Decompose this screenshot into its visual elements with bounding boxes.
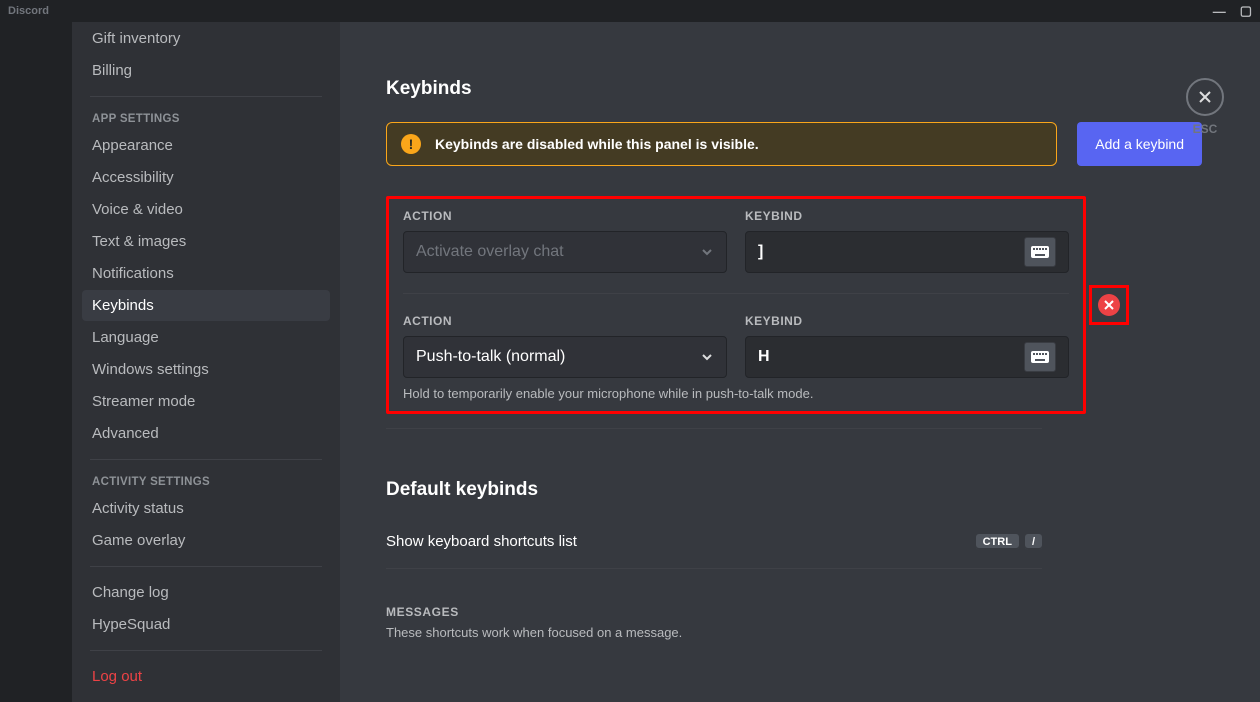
- guild-bar: [0, 22, 72, 702]
- default-keybinds-title: Default keybinds: [386, 479, 1202, 501]
- app-name: Discord: [8, 5, 49, 17]
- shortcut-label: Show keyboard shortcuts list: [386, 533, 577, 550]
- sidebar-item-activity-status[interactable]: Activity status: [82, 493, 330, 524]
- keybind-value: H: [758, 348, 770, 366]
- divider: [90, 96, 322, 97]
- divider: [386, 428, 1042, 429]
- sidebar-item-label: Change log: [92, 584, 169, 601]
- sidebar-item-label: Streamer mode: [92, 393, 195, 410]
- sidebar-item-logout[interactable]: Log out: [82, 661, 330, 692]
- sidebar-item-keybinds[interactable]: Keybinds: [82, 290, 330, 321]
- keyboard-icon: [1031, 246, 1049, 258]
- divider: [90, 459, 322, 460]
- default-keybind-row: Show keyboard shortcuts list CTRL /: [386, 531, 1042, 569]
- sidebar-item-advanced[interactable]: Advanced: [82, 418, 330, 449]
- sidebar-item-label: Activity status: [92, 500, 184, 517]
- messages-subheading: MESSAGES: [386, 605, 1202, 619]
- window-minimize-icon[interactable]: —: [1213, 4, 1226, 19]
- esc-label: ESC: [1193, 122, 1218, 136]
- sidebar-item-gift-inventory[interactable]: Gift inventory: [82, 23, 330, 54]
- sidebar-item-label: Notifications: [92, 265, 174, 282]
- sidebar-item-label: Gift inventory: [92, 30, 180, 47]
- sidebar-item-notifications[interactable]: Notifications: [82, 258, 330, 289]
- sidebar-item-label: Windows settings: [92, 361, 209, 378]
- sidebar-item-change-log[interactable]: Change log: [82, 577, 330, 608]
- settings-content: ESC Keybinds ! Keybinds are disabled whi…: [340, 22, 1260, 702]
- record-keybind-button[interactable]: [1024, 342, 1056, 372]
- sidebar-item-streamer-mode[interactable]: Streamer mode: [82, 386, 330, 417]
- sidebar-item-label: Text & images: [92, 233, 186, 250]
- window-maximize-icon[interactable]: ▢: [1240, 3, 1252, 19]
- category-app-settings: APP SETTINGS: [82, 107, 330, 129]
- close-settings-button[interactable]: [1186, 78, 1224, 116]
- action-select-value: Push-to-talk (normal): [416, 348, 565, 366]
- category-activity-settings: ACTIVITY SETTINGS: [82, 470, 330, 492]
- delete-highlight: [1089, 285, 1129, 325]
- logout-label: Log out: [92, 668, 142, 685]
- settings-sidebar: Gift inventory Billing APP SETTINGS Appea…: [72, 22, 340, 702]
- sidebar-item-accessibility[interactable]: Accessibility: [82, 162, 330, 193]
- warning-text: Keybinds are disabled while this panel i…: [435, 136, 759, 152]
- page-title: Keybinds: [386, 78, 1202, 100]
- sidebar-item-label: Game overlay: [92, 532, 185, 549]
- action-select-1[interactable]: Push-to-talk (normal): [403, 336, 727, 378]
- divider: [403, 293, 1069, 294]
- close-icon: [1104, 300, 1114, 310]
- keybind-rows-highlight: ACTION Activate overlay chat KEYBIND ]: [386, 196, 1086, 414]
- warning-icon: !: [401, 134, 421, 154]
- sidebar-item-label: Language: [92, 329, 159, 346]
- sidebar-item-game-overlay[interactable]: Game overlay: [82, 525, 330, 556]
- titlebar: Discord — ▢: [0, 0, 1260, 22]
- sidebar-item-label: Accessibility: [92, 169, 174, 186]
- chevron-down-icon: [700, 350, 714, 364]
- action-label: ACTION: [403, 314, 727, 328]
- sidebar-item-windows-settings[interactable]: Windows settings: [82, 354, 330, 385]
- messages-description: These shortcuts work when focused on a m…: [386, 625, 1202, 640]
- action-select-0[interactable]: Activate overlay chat: [403, 231, 727, 273]
- keybind-help-text: Hold to temporarily enable your micropho…: [403, 386, 1069, 401]
- keybind-label: KEYBIND: [745, 314, 1069, 328]
- key-cap: /: [1025, 534, 1042, 550]
- sidebar-item-billing[interactable]: Billing: [82, 55, 330, 86]
- keyboard-icon: [1031, 351, 1049, 363]
- action-select-value: Activate overlay chat: [416, 243, 564, 261]
- sidebar-item-label: Keybinds: [92, 297, 154, 314]
- sidebar-item-appearance[interactable]: Appearance: [82, 130, 330, 161]
- sidebar-item-label: Voice & video: [92, 201, 183, 218]
- divider: [90, 650, 322, 651]
- action-label: ACTION: [403, 209, 727, 223]
- close-icon: [1197, 89, 1213, 105]
- keybind-label: KEYBIND: [745, 209, 1069, 223]
- sidebar-item-label: Advanced: [92, 425, 159, 442]
- sidebar-item-text-images[interactable]: Text & images: [82, 226, 330, 257]
- keybinds-disabled-warning: ! Keybinds are disabled while this panel…: [386, 122, 1057, 166]
- keybind-input-1[interactable]: H: [745, 336, 1069, 378]
- sidebar-item-hypesquad[interactable]: HypeSquad: [82, 609, 330, 640]
- sidebar-item-label: HypeSquad: [92, 616, 170, 633]
- sidebar-item-language[interactable]: Language: [82, 322, 330, 353]
- sidebar-item-label: Appearance: [92, 137, 173, 154]
- delete-keybind-button[interactable]: [1098, 294, 1120, 316]
- sidebar-item-label: Billing: [92, 62, 132, 79]
- chevron-down-icon: [700, 245, 714, 259]
- keybind-value: ]: [758, 243, 763, 261]
- keybind-input-0[interactable]: ]: [745, 231, 1069, 273]
- divider: [90, 566, 322, 567]
- key-cap: CTRL: [976, 534, 1019, 550]
- sidebar-item-voice-video[interactable]: Voice & video: [82, 194, 330, 225]
- record-keybind-button[interactable]: [1024, 237, 1056, 267]
- add-keybind-button[interactable]: Add a keybind: [1077, 122, 1202, 166]
